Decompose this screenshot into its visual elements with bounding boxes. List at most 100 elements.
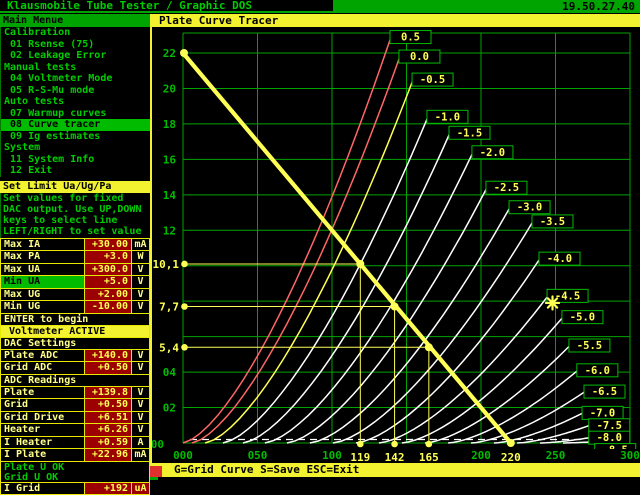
curve-label-vg--5.5: -5.5	[577, 340, 602, 352]
plate-curve-vg--5.0	[402, 317, 563, 443]
x-tick-250: 250	[546, 449, 566, 462]
row-label: Plate ADC	[1, 350, 84, 362]
plate-curve-vg-0.0	[192, 57, 400, 444]
y-tick-02: 02	[163, 402, 176, 415]
row-unit: V	[132, 424, 149, 436]
menu-item-system[interactable]: System	[0, 142, 150, 154]
row-value: +22.96	[84, 449, 132, 461]
x-marker-142: 142	[385, 451, 405, 463]
curve-label-vg--3.0: -3.0	[517, 202, 542, 214]
row-label: Min UG	[1, 301, 84, 313]
limit-row-max-ua[interactable]: Max UA+300.0V	[1, 264, 149, 277]
row-label: Grid ADC	[1, 362, 84, 374]
curve-label-vg--1.0: -1.0	[435, 111, 460, 123]
load-line-point	[391, 303, 399, 311]
app-title: Klausmobile Tube Tester / Graphic DOS	[0, 0, 333, 13]
x-tick-000: 000	[173, 449, 193, 462]
status-plate-u-ok: Plate U OK	[1, 463, 149, 473]
instructions: Set values for fixedDAC output. Use UP,D…	[0, 193, 150, 238]
dac-settings-header: DAC Settings	[1, 338, 149, 350]
curve-label-vg--6.5: -6.5	[592, 386, 617, 398]
menu-item-auto-tests[interactable]: Auto tests	[0, 96, 150, 108]
x-axis-dot	[426, 441, 433, 448]
values-panel: Max IA+30.00mAMax PA+3.0WMax UA+300.0VMi…	[0, 238, 150, 495]
curve-label-vg--7.0: -7.0	[590, 407, 615, 419]
y-axis-dot	[181, 344, 188, 351]
load-line-point	[425, 343, 433, 351]
menu-item-04-voltmeter-mode[interactable]: 04 Voltmeter Mode	[0, 73, 150, 85]
hotkey-bar: G=Grid Curve S=Save ESC=Exit	[152, 463, 640, 477]
status-grid-u-ok: Grid U OK	[1, 473, 149, 483]
row-label: Max UA	[1, 264, 84, 276]
x-tick-100: 100	[322, 449, 342, 462]
limits-table: Max IA+30.00mAMax PA+3.0WMax UA+300.0VMi…	[1, 239, 149, 314]
x-tick-300: 300	[620, 449, 640, 462]
row-unit: V	[132, 387, 149, 399]
instruction-line: DAC output. Use UP,DOWN	[1, 204, 150, 215]
row-label: I Heater	[1, 437, 84, 449]
curve-label-vg--4.0: -4.0	[547, 253, 572, 265]
menu-item-01-rsense-75-[interactable]: 01 Rsense (75)	[0, 39, 150, 51]
load-line-end-dot	[507, 439, 515, 447]
row-value: +0.59	[84, 437, 132, 449]
curve-label-vg-0.5: 0.5	[401, 32, 420, 44]
y-tick-14: 14	[163, 189, 177, 202]
instruction-line: keys to select line	[1, 215, 150, 226]
y-tick-12: 12	[163, 224, 176, 237]
set-limit-header: Set Limit Ua/Ug/Pa	[0, 181, 150, 193]
row-unit: V	[132, 301, 149, 313]
limit-row-max-ia[interactable]: Max IA+30.00mA	[1, 239, 149, 252]
menu-item-02-leakage-error[interactable]: 02 Leakage Error	[0, 50, 150, 62]
x-axis-dot	[357, 441, 364, 448]
row-unit: V	[132, 412, 149, 424]
limit-row-max-ug[interactable]: Max UG+2.00V	[1, 289, 149, 302]
curve-label-vg-0.0: 0.0	[410, 51, 429, 63]
row-unit: mA	[132, 239, 149, 251]
x-tick-200: 200	[471, 449, 491, 462]
dac-table: Plate ADC+140.0VGrid ADC+0.50V	[1, 350, 149, 375]
corner-red-block	[150, 466, 162, 477]
y-marker-10,1: 10,1	[153, 258, 180, 271]
row-value: +6.51	[84, 412, 132, 424]
row-unit: V	[132, 289, 149, 301]
adc-row-i-grid: I Grid+192uA	[1, 483, 149, 495]
row-unit: mA	[132, 449, 149, 461]
plate-curve-vg--2.0	[265, 152, 473, 443]
y-axis-dot	[181, 261, 188, 268]
x-tick-050: 050	[248, 449, 268, 462]
menu-item-manual-tests[interactable]: Manual tests	[0, 62, 150, 74]
row-label: Plate	[1, 387, 84, 399]
load-line-start-dot	[180, 49, 188, 57]
curve-label-vg--2.0: -2.0	[480, 147, 505, 159]
y-tick-04: 04	[163, 366, 177, 379]
menu-header: Main Menue	[0, 14, 150, 27]
row-value: +140.0	[84, 350, 132, 362]
limit-row-max-pa[interactable]: Max PA+3.0W	[1, 251, 149, 264]
menu-item-08-curve-tracer[interactable]: 08 Curve tracer	[0, 119, 150, 131]
adc-row-i-heater: I Heater+0.59A	[1, 437, 149, 450]
menu-item-07-warmup-curves[interactable]: 07 Warmup curves	[0, 108, 150, 120]
menu-item-calibration[interactable]: Calibration	[0, 27, 150, 39]
plate-curve-chart: 0.50.0-0.5-1.0-1.5-2.0-2.5-3.0-3.5-4.0-4…	[152, 27, 640, 463]
plate-curve-vg-0.5	[183, 37, 391, 443]
menu-item-09-ig-estimates[interactable]: 09 Ig estimates	[0, 131, 150, 143]
limit-row-min-ug[interactable]: Min UG-10.00V	[1, 301, 149, 314]
load-line-point	[356, 260, 364, 268]
x-marker-220: 220	[501, 451, 521, 463]
row-value: +300.0	[84, 264, 132, 276]
instruction-line: LEFT/RIGHT to set value	[1, 226, 150, 237]
plate-curve-vg--1.5	[243, 133, 450, 443]
menu-item-05-r-s-mu-mode[interactable]: 05 R-S-Mu mode	[0, 85, 150, 97]
curve-label-vg--5.0: -5.0	[570, 312, 595, 324]
menu-item-12-exit[interactable]: 12 Exit	[0, 165, 150, 177]
limit-row-min-ua[interactable]: Min UA+5.0V	[1, 276, 149, 289]
row-unit: uA	[132, 483, 149, 494]
row-label: I Plate	[1, 449, 84, 461]
plate-curve-svg: 0.50.0-0.5-1.0-1.5-2.0-2.5-3.0-3.5-4.0-4…	[152, 27, 640, 463]
plate-curve-vg--0.5	[205, 80, 413, 443]
row-value: +192	[84, 483, 132, 494]
row-label: Max PA	[1, 251, 84, 263]
menu-item-11-system-info[interactable]: 11 System Info	[0, 154, 150, 166]
x-marker-119: 119	[350, 451, 370, 463]
row-unit: V	[132, 264, 149, 276]
